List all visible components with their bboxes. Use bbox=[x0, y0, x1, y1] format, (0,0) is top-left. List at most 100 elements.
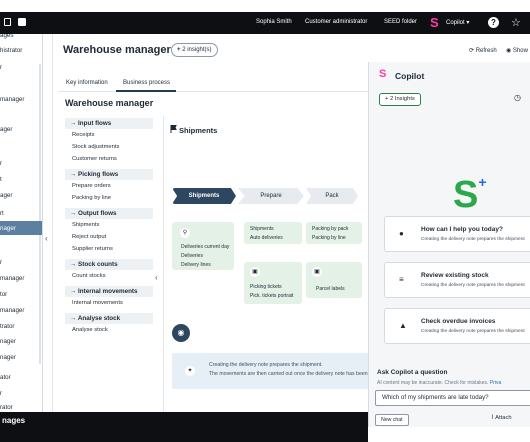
user-name[interactable]: Sophia Smith bbox=[256, 19, 292, 25]
nav-item[interactable]: rator bbox=[0, 404, 13, 411]
nav-item[interactable]: manager bbox=[0, 96, 24, 103]
process-item[interactable]: Packing by line bbox=[72, 195, 111, 201]
process-item[interactable]: Shipments bbox=[72, 222, 99, 228]
card-link[interactable]: Packing by line bbox=[312, 235, 346, 241]
apps-icon[interactable] bbox=[18, 18, 26, 26]
process-item[interactable]: Prepare orders bbox=[72, 183, 111, 189]
suggestion-subtitle: Creating the delivery note prepares the … bbox=[421, 283, 525, 288]
copilot-top-button[interactable]: Copilot ▾ bbox=[446, 19, 469, 26]
nav-item[interactable]: ator bbox=[0, 374, 11, 381]
nav-item[interactable]: nager bbox=[0, 354, 16, 361]
process-group-header[interactable]: → Stock counts bbox=[65, 259, 153, 270]
printer-icon: ▣ bbox=[250, 267, 260, 277]
nav-item[interactable]: manager bbox=[0, 275, 24, 282]
left-navigation: ages histrator r manager ager r ager t r… bbox=[0, 34, 43, 412]
chevron-left-icon[interactable]: ‹ bbox=[155, 273, 158, 282]
nav-item[interactable]: trator bbox=[0, 323, 14, 330]
card-link[interactable]: Deliveries current day bbox=[181, 244, 229, 250]
history-icon[interactable]: ◷ bbox=[514, 93, 521, 102]
nav-item[interactable]: ager bbox=[0, 192, 12, 199]
card-link[interactable]: Shipments bbox=[250, 226, 274, 232]
page-title: Warehouse manager bbox=[63, 44, 171, 56]
card-link[interactable]: Packing by pack bbox=[312, 226, 348, 232]
disclaimer-text: AI content may be inaccurate. Check for … bbox=[377, 380, 489, 386]
nav-item-active[interactable]: nager bbox=[0, 225, 16, 232]
flag-icon bbox=[170, 125, 177, 133]
process-group-header[interactable]: → Output flows bbox=[65, 208, 153, 219]
nav-item[interactable]: ages bbox=[0, 34, 13, 39]
nav-item[interactable]: nager bbox=[0, 338, 16, 345]
ai-disclaimer: AI content may be inaccurate. Check for … bbox=[377, 380, 501, 386]
tab-business-process[interactable]: Business process bbox=[123, 80, 170, 86]
folder-name[interactable]: SEED folder bbox=[384, 19, 417, 25]
user-role[interactable]: Customer administrator bbox=[305, 19, 367, 25]
card-link[interactable]: Deliveries bbox=[181, 253, 203, 259]
copilot-top-label: Copilot bbox=[446, 20, 465, 26]
process-card[interactable]: ⚲ Deliveries current day Deliveries Deli… bbox=[172, 222, 234, 270]
nav-item[interactable]: tor bbox=[0, 291, 7, 298]
suggestion-title: Check overdue invoices bbox=[421, 318, 496, 325]
card-link[interactable]: Picking tickets bbox=[250, 284, 282, 290]
refresh-button[interactable]: ⟳ Refresh bbox=[469, 47, 497, 54]
process-group-header[interactable]: → Internal movements bbox=[65, 286, 153, 297]
info-text: The movements are then carried out once … bbox=[209, 371, 375, 377]
process-card[interactable]: ▣ Picking tickets Pick. tickets portrait bbox=[244, 262, 302, 304]
star-icon[interactable]: ☆ bbox=[511, 16, 521, 29]
process-item[interactable]: Receipts bbox=[72, 132, 95, 138]
eye-icon: ◉ bbox=[177, 328, 185, 337]
process-card[interactable]: ▣ Parcel labels bbox=[306, 262, 362, 298]
nav-item[interactable]: r bbox=[0, 64, 2, 71]
info-box: ✦ Creating the delivery note prepares th… bbox=[172, 353, 375, 389]
nav-collapse-rail: ‹ bbox=[43, 34, 53, 412]
tab-key-information[interactable]: Key information bbox=[66, 80, 108, 86]
nav-item[interactable]: r bbox=[0, 259, 2, 266]
nav-item[interactable]: rt bbox=[0, 210, 4, 217]
nav-item[interactable]: r bbox=[0, 160, 2, 167]
chevron-left-icon[interactable]: ‹ bbox=[45, 234, 48, 243]
refresh-label: Refresh bbox=[475, 48, 497, 54]
bottom-strip: nages bbox=[0, 412, 368, 442]
stage-pack[interactable]: Pack bbox=[306, 188, 358, 204]
card-link[interactable]: Pick. tickets portrait bbox=[250, 293, 293, 299]
menu-icon[interactable] bbox=[4, 18, 11, 26]
process-item[interactable]: Stock adjustments bbox=[72, 144, 119, 150]
card-link[interactable]: Parcel labels bbox=[316, 286, 345, 292]
privacy-link[interactable]: Priva bbox=[490, 380, 501, 386]
process-item[interactable]: Reject output bbox=[72, 234, 106, 240]
help-icon[interactable]: ? bbox=[488, 17, 499, 28]
nav-item[interactable]: ager bbox=[0, 126, 12, 133]
nav-scrollbar[interactable] bbox=[39, 64, 41, 364]
process-group-header[interactable]: → Picking flows bbox=[65, 169, 153, 180]
new-chat-button[interactable]: New chat bbox=[375, 414, 409, 426]
process-diagram: Shipments Shipments Prepare Pack ⚲ Deliv… bbox=[170, 116, 375, 416]
nav-item[interactable]: r bbox=[0, 390, 2, 397]
process-item[interactable]: Analyse stock bbox=[72, 327, 108, 333]
nav-item[interactable]: manager bbox=[0, 307, 24, 314]
suggestion-subtitle: Creating the delivery note prepares the … bbox=[421, 237, 525, 242]
copilot-insights-button[interactable]: + 2 Insights bbox=[379, 93, 421, 106]
copilot-question-input[interactable]: Which of my shipments are late today? bbox=[375, 390, 530, 406]
card-link[interactable]: Delivery lines bbox=[181, 262, 211, 268]
nav-item[interactable]: histrator bbox=[0, 47, 22, 54]
eye-icon: ◉ bbox=[506, 48, 512, 54]
insights-button[interactable]: + 2 insight(s) bbox=[171, 43, 218, 57]
process-group-header[interactable]: → Input flows bbox=[65, 118, 153, 129]
view-toggle-button[interactable]: ◉ bbox=[172, 324, 190, 342]
attach-button[interactable]: ⌇ Attach bbox=[491, 415, 512, 421]
process-item[interactable]: Supplier returns bbox=[72, 246, 113, 252]
stage-shipments[interactable]: Shipments bbox=[172, 188, 236, 204]
stage-prepare[interactable]: Prepare bbox=[238, 188, 304, 204]
process-item[interactable]: Customer returns bbox=[72, 156, 117, 162]
process-card[interactable]: Packing by pack Packing by line bbox=[306, 222, 362, 244]
card-link[interactable]: Auto deliveries bbox=[250, 235, 283, 241]
process-card[interactable]: Shipments Auto deliveries bbox=[244, 222, 302, 244]
tab-bar: Key information Business process bbox=[58, 76, 368, 92]
suggestion-card[interactable]: ● How can I help you today? Creating the… bbox=[384, 216, 530, 252]
process-item[interactable]: Internal movements bbox=[72, 300, 123, 306]
suggestion-card[interactable]: ≡ Review existing stock Creating the del… bbox=[384, 262, 530, 298]
nav-item[interactable]: t bbox=[0, 176, 2, 183]
suggestion-card[interactable]: ▲ Check overdue invoices Creating the de… bbox=[384, 308, 530, 344]
show-button[interactable]: ◉ Show bbox=[506, 47, 528, 54]
process-item[interactable]: Count stocks bbox=[72, 273, 106, 279]
process-group-header[interactable]: → Analyse stock bbox=[65, 313, 153, 324]
